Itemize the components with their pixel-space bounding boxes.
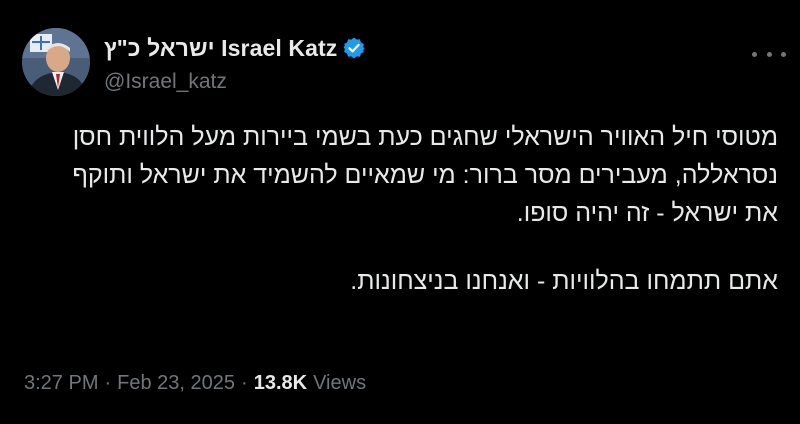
tweet-time[interactable]: 3:27 PM [24,372,98,395]
tweet-paragraph-2: אתם תתמחו בהלוויות - ואנחנו בניצחונות. [350,267,778,295]
views-count: 13.8K [253,372,308,394]
tweet-date[interactable]: Feb 23, 2025 [117,372,235,395]
tweet-meta: 3:27 PM · Feb 23, 2025 · 13.8K Views [24,372,366,395]
author-name-row: ישראל כ"ץ Israel Katz [104,34,366,62]
more-horizontal-icon[interactable] [752,44,786,64]
profile-photo-icon [22,28,90,96]
verified-badge-icon [342,36,366,60]
author-display-name[interactable]: ישראל כ"ץ Israel Katz [104,35,337,62]
tweet-paragraph-1: מטוסי חיל האוויר הישראלי שחגים כעת בשמי … [72,123,778,227]
author-handle[interactable]: @Israel_katz [104,70,227,94]
avatar[interactable] [22,28,90,96]
meta-separator-2: · [241,372,248,394]
views-label: Views [313,372,367,394]
tweet-text: מטוסי חיל האוויר הישראלי שחגים כעת בשמי … [38,118,778,300]
meta-separator: · [104,372,112,394]
tweet-card: ישראל כ"ץ Israel Katz @Israel_katz מטוסי… [0,0,800,424]
